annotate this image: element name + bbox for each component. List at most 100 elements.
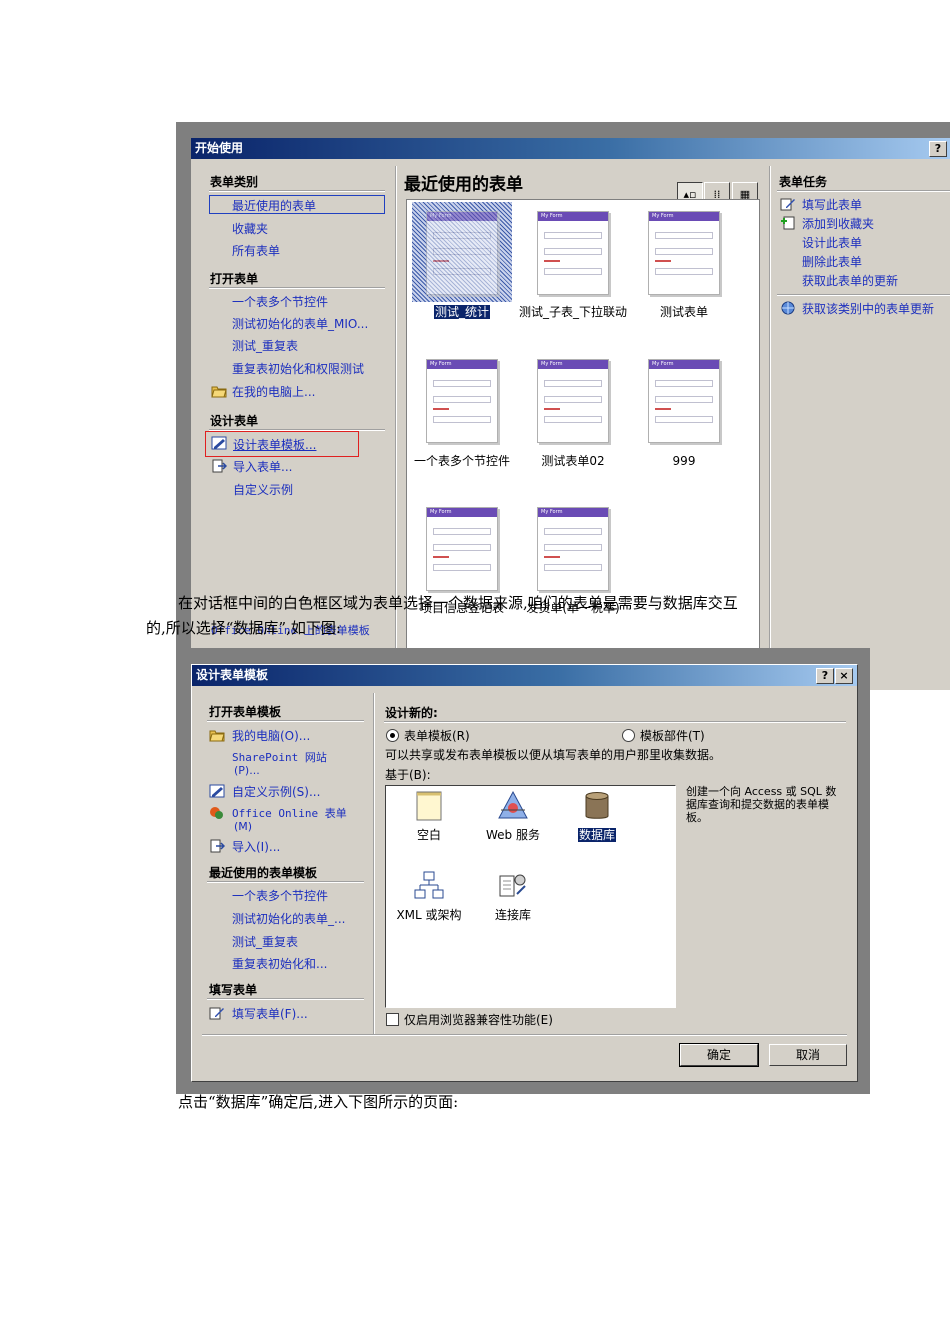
divider	[384, 721, 846, 723]
browser-compatible-checkbox[interactable]	[386, 1013, 399, 1026]
form-thumbnail[interactable]: My Form	[426, 507, 498, 591]
sharepoint-link-shortcut[interactable]: (P)...	[234, 764, 260, 777]
open-on-my-computer[interactable]: 在我的电脑上...	[232, 383, 315, 400]
recent-template-item[interactable]: 测试_重复表	[232, 933, 298, 950]
import-form[interactable]: 导入表单...	[233, 458, 292, 475]
thumb-header: My Form	[427, 360, 497, 369]
template-description: 创建一个向 Access 或 SQL 数据库查询和提交数据的表单模板。	[686, 785, 837, 824]
divider	[395, 166, 397, 666]
doc-paragraph-line: 点击“数据库”确定后,进入下图所示的页面:	[178, 1093, 459, 1111]
design-form-template[interactable]: 设计表单模板...	[233, 436, 316, 453]
doc-paragraph-line: 的,所以选择“数据库”,如下图:	[146, 619, 341, 637]
form-caption[interactable]: 测试_子表_下拉联动	[518, 306, 628, 319]
form-caption[interactable]: 测试表单02	[518, 455, 628, 468]
task-fill-form[interactable]: 填写此表单	[802, 196, 862, 213]
fill-form-link[interactable]: 填写表单(F)...	[232, 1005, 308, 1022]
folder-icon	[209, 730, 225, 742]
design-description: 可以共享或发布表单模板以便从填写表单的用户那里收集数据。	[385, 748, 722, 762]
thumb-header: My Form	[538, 212, 608, 221]
import-link[interactable]: 导入(I)...	[232, 838, 280, 855]
office-online-icon	[210, 807, 223, 819]
template-web-service[interactable]: Web 服务	[473, 826, 553, 843]
form-thumbnail[interactable]: My Form	[537, 211, 609, 295]
template-xml-schema[interactable]: XML 或架构	[389, 906, 469, 923]
my-computer-link[interactable]: 我的电脑(O)...	[232, 727, 310, 744]
task-get-updates[interactable]: 获取此表单的更新	[802, 272, 898, 289]
title-bar: 设计表单模板 ? ×	[192, 665, 857, 686]
close-button[interactable]: ×	[835, 668, 853, 684]
connection-library-icon	[499, 874, 526, 897]
recent-template-item[interactable]: 测试初始化的表单_...	[232, 910, 345, 927]
divider	[373, 693, 375, 1035]
sharepoint-link[interactable]: SharePoint 网站	[232, 749, 327, 765]
form-thumbnail[interactable]: My Form	[426, 211, 498, 295]
open-template-heading: 打开表单模板	[209, 705, 282, 719]
form-thumbnail[interactable]: My Form	[648, 211, 720, 295]
divider	[207, 881, 364, 883]
form-category-heading: 表单类别	[210, 175, 259, 189]
open-item[interactable]: 测试初始化的表单_MIO...	[232, 315, 368, 332]
office-online-link[interactable]: Office Online 表单	[232, 805, 347, 821]
thumb-header: My Form	[649, 360, 719, 369]
title-bar: 开始使用 ?	[191, 138, 950, 159]
radio-form-template-label[interactable]: 表单模板(R)	[404, 727, 470, 744]
form-caption[interactable]: 测试_统计	[407, 305, 517, 319]
custom-samples[interactable]: 自定义示例	[233, 481, 293, 498]
browser-compatible-label[interactable]: 仅启用浏览器兼容性功能(E)	[404, 1011, 553, 1028]
thumb-header: My Form	[427, 508, 497, 517]
globe-update-icon	[781, 301, 795, 315]
import-icon	[210, 839, 225, 853]
form-thumbnail[interactable]: My Form	[537, 507, 609, 591]
blank-template-icon	[416, 791, 442, 821]
web-service-icon	[498, 790, 528, 819]
thumb-header: My Form	[538, 360, 608, 369]
divider	[207, 998, 364, 1000]
form-thumbnail[interactable]: My Form	[537, 359, 609, 443]
thumb-header: My Form	[538, 508, 608, 517]
open-item[interactable]: 测试_重复表	[232, 337, 298, 354]
form-caption[interactable]: 一个表多个节控件	[407, 455, 517, 468]
open-item[interactable]: 一个表多个节控件	[232, 293, 328, 310]
custom-samples-link[interactable]: 自定义示例(S)...	[232, 783, 320, 800]
form-thumbnail[interactable]: My Form	[648, 359, 720, 443]
form-caption[interactable]: 999	[629, 455, 739, 468]
help-button[interactable]: ?	[929, 141, 947, 157]
recent-template-item[interactable]: 重复表初始化和...	[232, 955, 327, 972]
form-caption[interactable]: 测试表单	[629, 306, 739, 319]
task-delete-form[interactable]: 删除此表单	[802, 253, 862, 270]
form-thumbnail[interactable]: My Form	[426, 359, 498, 443]
divider	[777, 294, 950, 296]
open-item[interactable]: 重复表初始化和权限测试	[232, 360, 364, 377]
template-database[interactable]: 数据库	[557, 826, 637, 843]
cancel-button[interactable]: 取消	[769, 1044, 847, 1066]
office-online-link-shortcut[interactable]: (M)	[234, 820, 252, 833]
divider	[777, 190, 950, 192]
category-recent[interactable]: 最近使用的表单	[232, 197, 316, 214]
recent-template-item[interactable]: 一个表多个节控件	[232, 887, 328, 904]
database-icon	[585, 792, 609, 819]
radio-form-template[interactable]	[386, 729, 399, 742]
divider	[769, 166, 771, 666]
add-favorite-icon	[781, 216, 795, 230]
divider	[202, 1034, 847, 1036]
task-add-favorites[interactable]: 添加到收藏夹	[802, 215, 874, 232]
open-form-heading: 打开表单	[210, 272, 259, 286]
task-get-category-updates[interactable]: 获取该类别中的表单更新	[802, 300, 934, 317]
ok-button[interactable]: 确定	[679, 1043, 759, 1067]
dialog-title: 设计表单模板	[196, 668, 269, 682]
radio-template-part-label[interactable]: 模板部件(T)	[640, 727, 705, 744]
category-favorites[interactable]: 收藏夹	[232, 220, 268, 237]
divider	[207, 720, 364, 722]
radio-template-part[interactable]	[622, 729, 635, 742]
doc-paragraph-line: 在对话框中间的白色框区域为表单选择一个数据来源,咱们的表单是需要与数据库交互	[178, 594, 738, 612]
dialog-body: 设计表单模板 ? × 打开表单模板 我的电脑(O)... SharePoint …	[191, 664, 858, 1082]
help-button[interactable]: ?	[816, 668, 834, 684]
divider	[209, 287, 385, 289]
template-blank[interactable]: 空白	[389, 826, 469, 843]
task-design-form[interactable]: 设计此表单	[802, 234, 862, 251]
design-template-icon	[211, 436, 227, 450]
category-all[interactable]: 所有表单	[232, 242, 280, 259]
folder-icon	[211, 386, 227, 398]
form-tasks-heading: 表单任务	[779, 175, 828, 189]
template-connection-library[interactable]: 连接库	[473, 906, 553, 923]
